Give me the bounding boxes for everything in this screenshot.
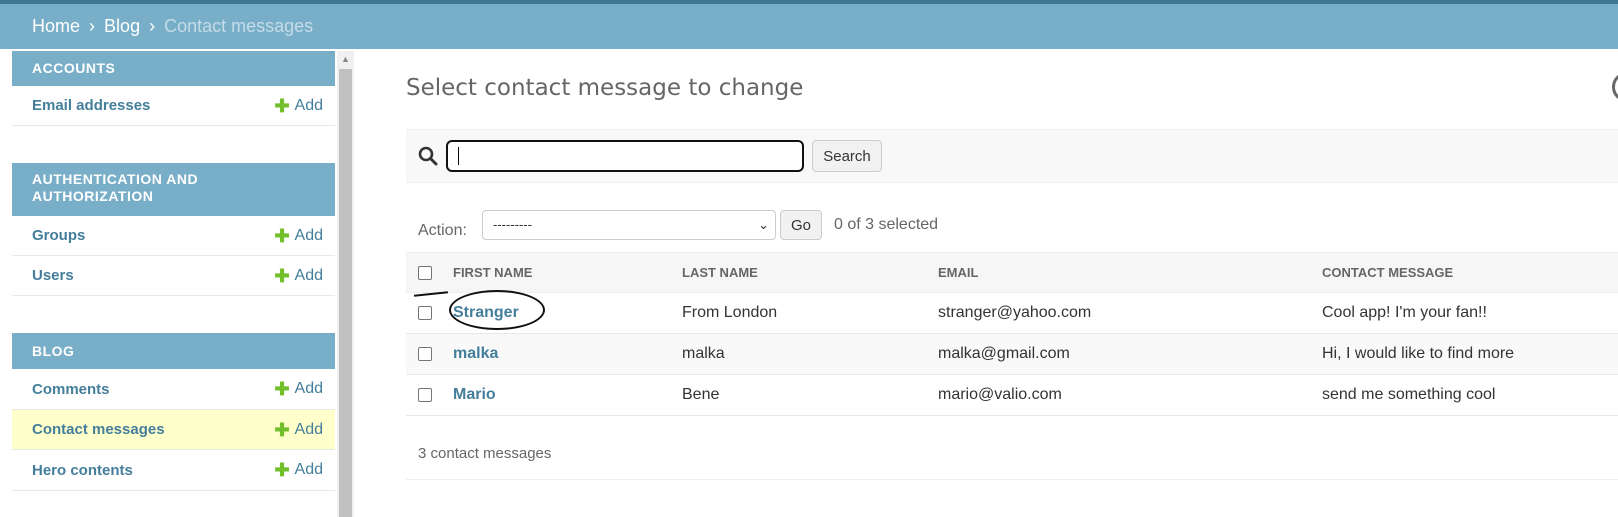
plus-icon: ✚ [274, 95, 290, 116]
breadcrumb-separator: › [89, 16, 96, 36]
cell-last-name: malka [674, 333, 930, 375]
selected-count: 0 of 3 selected [834, 216, 939, 233]
first-name-link[interactable]: malka [453, 345, 498, 362]
cell-contact-message: Hi, I would like to find more [1314, 333, 1618, 375]
breadcrumb-current: Contact messages [164, 16, 314, 36]
cell-first-name: Mario [445, 374, 674, 416]
add-user-link[interactable]: ✚ Add [274, 267, 323, 285]
module-caption-blog[interactable]: BLOG [12, 333, 335, 369]
table-row: Stranger From London stranger@yahoo.com … [406, 292, 1618, 334]
sidebar-item-email-addresses: Email addresses ✚ Add [12, 86, 335, 126]
table-row: Mario Bene mario@valio.com send me somet… [406, 374, 1618, 416]
search-toolbar: Search [406, 129, 1618, 183]
page-title: Select contact message to change [406, 75, 804, 101]
text-caret [458, 147, 459, 165]
sidebar-nav: ACCOUNTS Email addresses ✚ Add AUTHENTICA… [12, 51, 335, 491]
select-all-checkbox[interactable] [418, 266, 432, 281]
search-button[interactable]: Search [812, 140, 882, 172]
cell-last-name: Bene [674, 374, 930, 416]
row-select-cell [406, 333, 445, 375]
table-row: malka malka malka@gmail.com Hi, I would … [406, 333, 1618, 375]
first-name-link[interactable]: Stranger [453, 304, 519, 321]
plus-icon: ✚ [274, 265, 290, 286]
cell-first-name: Stranger [445, 292, 674, 334]
sidebar-item-comments: Comments ✚ Add [12, 369, 335, 410]
model-link-email-addresses[interactable]: Email addresses [32, 97, 150, 114]
plus-icon: ✚ [274, 225, 290, 246]
go-button[interactable]: Go [780, 210, 822, 240]
cell-contact-message: Cool app! I'm your fan!! [1314, 292, 1618, 334]
cell-contact-message: send me something cool [1314, 374, 1618, 416]
sidebar-item-groups: Groups ✚ Add [12, 216, 335, 256]
add-group-link[interactable]: ✚ Add [274, 227, 323, 245]
breadcrumb-home[interactable]: Home [32, 16, 80, 36]
breadcrumb-separator: › [149, 16, 156, 36]
paginator: 3 contact messages [406, 428, 1618, 480]
model-link-hero-contents[interactable]: Hero contents [32, 462, 133, 479]
model-link-contact-messages[interactable]: Contact messages [32, 421, 165, 438]
add-email-address-link[interactable]: ✚ Add [274, 97, 323, 115]
cell-email: stranger@yahoo.com [930, 292, 1314, 334]
model-link-users[interactable]: Users [32, 267, 74, 284]
results-table: FIRST NAME LAST NAME EMAIL CONTACT MESSA… [406, 252, 1618, 416]
avatar[interactable] [1612, 72, 1618, 102]
model-link-comments[interactable]: Comments [32, 381, 110, 398]
column-header-first-name[interactable]: FIRST NAME [445, 252, 674, 293]
module-caption-auth[interactable]: AUTHENTICATION AND AUTHORIZATION [12, 163, 335, 216]
actions-bar: Action: --------- ⌄ Go 0 of 3 selected [406, 210, 1618, 252]
model-link-groups[interactable]: Groups [32, 227, 85, 244]
row-checkbox[interactable] [418, 387, 432, 402]
column-header-last-name[interactable]: LAST NAME [674, 252, 930, 293]
add-hero-content-link[interactable]: ✚ Add [274, 461, 323, 479]
breadcrumb-blog[interactable]: Blog [104, 16, 140, 36]
action-label: Action: [418, 222, 467, 239]
plus-icon: ✚ [274, 460, 290, 480]
scroll-up-arrow-icon[interactable]: ▲ [337, 51, 354, 68]
row-checkbox[interactable] [418, 346, 432, 361]
breadcrumb: Home › Blog › Contact messages [0, 4, 1618, 49]
cell-last-name: From London [674, 292, 930, 334]
search-icon [418, 146, 438, 166]
column-header-email[interactable]: EMAIL [930, 252, 1314, 293]
cell-first-name: malka [445, 333, 674, 375]
module-caption-accounts[interactable]: ACCOUNTS [12, 51, 335, 86]
column-header-contact-message[interactable]: CONTACT MESSAGE [1314, 252, 1618, 293]
sidebar-item-contact-messages: Contact messages ✚ Add [12, 410, 335, 450]
add-contact-message-link[interactable]: ✚ Add [274, 421, 323, 439]
scrollbar-thumb[interactable] [339, 69, 352, 517]
chevron-down-icon: ⌄ [758, 217, 769, 232]
row-select-cell [406, 374, 445, 416]
cell-email: mario@valio.com [930, 374, 1314, 416]
cell-email: malka@gmail.com [930, 333, 1314, 375]
first-name-link[interactable]: Mario [453, 386, 496, 403]
select-all-header [406, 252, 445, 293]
plus-icon: ✚ [274, 419, 290, 440]
sidebar-item-users: Users ✚ Add [12, 256, 335, 296]
plus-icon: ✚ [274, 379, 290, 399]
search-input[interactable] [446, 140, 804, 172]
add-comment-link[interactable]: ✚ Add [274, 380, 323, 398]
action-select[interactable]: --------- ⌄ [482, 210, 776, 240]
row-checkbox[interactable] [418, 305, 432, 320]
sidebar-item-hero-contents: Hero contents ✚ Add [12, 450, 335, 491]
sidebar-scrollbar[interactable]: ▲ [337, 51, 354, 517]
row-select-cell [406, 292, 445, 334]
